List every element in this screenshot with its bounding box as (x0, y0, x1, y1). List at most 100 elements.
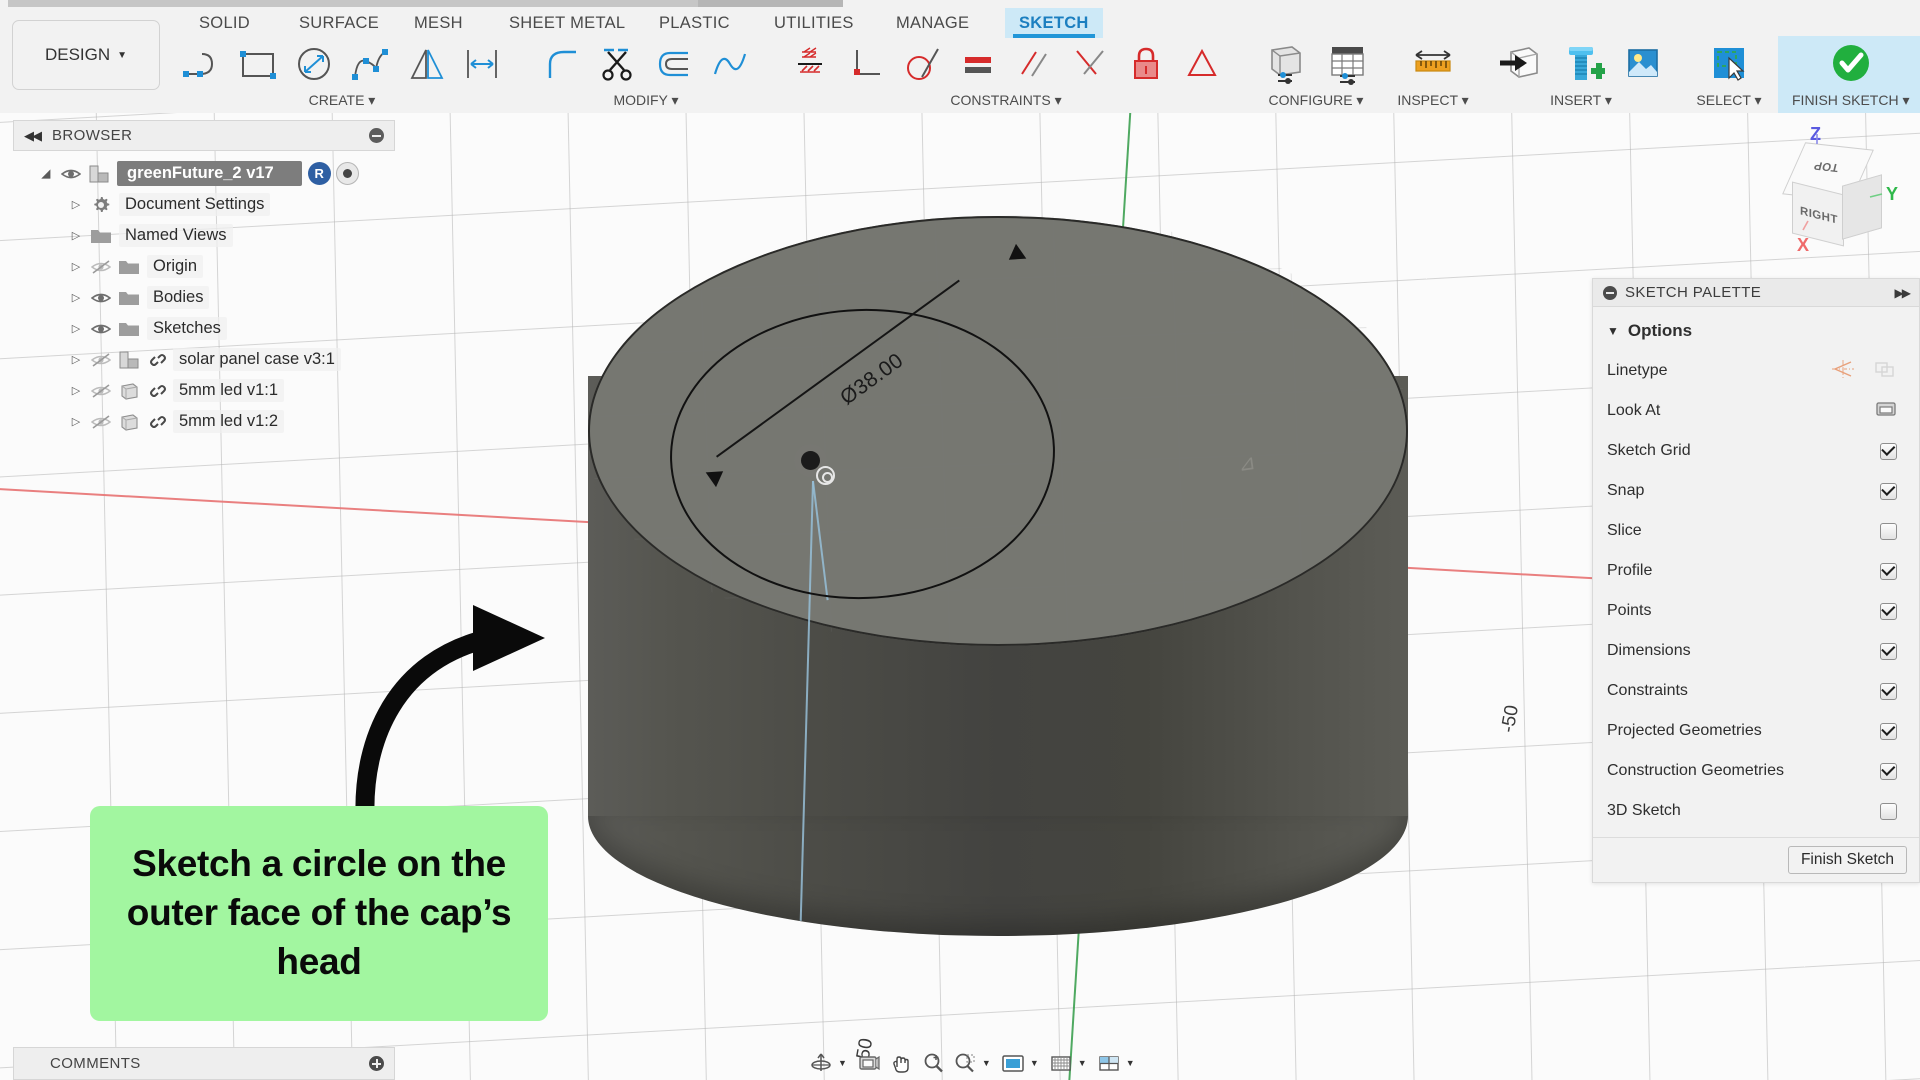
sketch-origin-point[interactable] (801, 451, 820, 470)
twisty-collapsed-icon[interactable]: ▷ (65, 260, 87, 273)
browser-item-sketches[interactable]: ▷ Sketches (13, 313, 395, 344)
sketch-grid-checkbox[interactable] (1880, 442, 1897, 460)
view-cube[interactable]: TOP RIGHT Z Y X (1770, 122, 1910, 262)
comments-bar[interactable]: COMMENTS (13, 1047, 395, 1080)
tab-solid[interactable]: SOLID (185, 8, 264, 38)
visibility-hidden-icon[interactable] (87, 383, 115, 398)
configure-body-icon[interactable] (1256, 36, 1314, 92)
browser-item-solar-panel-case[interactable]: ▷ solar panel case v3:1 (13, 344, 395, 375)
workspace-switcher-button[interactable]: DESIGN ▼ (12, 20, 160, 90)
fix-constraint-icon[interactable] (784, 38, 836, 90)
projected-geometries-checkbox[interactable] (1880, 722, 1897, 740)
browser-item-5mm-led-1[interactable]: ▷ 5mm led v1:1 (13, 375, 395, 406)
twisty-collapsed-icon[interactable]: ▷ (65, 198, 87, 211)
ribbon-group-finish-sketch[interactable]: FINISH SKETCH ▾ (1778, 36, 1920, 113)
ribbon-group-label-constraints[interactable]: CONSTRAINTS ▾ (950, 92, 1061, 108)
tab-mesh[interactable]: MESH (400, 8, 477, 38)
perpendicular-constraint-icon[interactable] (840, 38, 892, 90)
select-window-icon[interactable] (1700, 36, 1758, 92)
equal-constraint-icon[interactable] (952, 38, 1004, 90)
browser-item-greenfuture[interactable]: ◢ greenFuture_2 v17 R (13, 158, 395, 189)
spline-icon[interactable] (344, 38, 396, 90)
look-at-view-icon[interactable] (854, 1049, 884, 1077)
trim-icon[interactable] (592, 38, 644, 90)
snap-checkbox[interactable] (1880, 482, 1897, 500)
status-badge[interactable]: R (307, 162, 331, 185)
browser-item-origin[interactable]: ▷ Origin (13, 251, 395, 282)
ribbon-group-label-create[interactable]: CREATE ▾ (309, 92, 376, 108)
fillet-icon[interactable] (536, 38, 588, 90)
add-comment-icon[interactable] (369, 1056, 384, 1071)
ribbon-group-label-finish-sketch[interactable]: FINISH SKETCH ▾ (1792, 92, 1909, 108)
measure-icon[interactable] (1404, 36, 1462, 92)
look-at-icon[interactable] (1875, 400, 1897, 423)
tab-plastic[interactable]: PLASTIC (645, 8, 744, 38)
twisty-collapsed-icon[interactable]: ▷ (65, 384, 87, 397)
constraints-checkbox[interactable] (1880, 682, 1897, 700)
visibility-hidden-icon[interactable] (87, 414, 115, 429)
expand-right-icon[interactable]: ▶▶ (1895, 286, 1912, 300)
insert-image-icon[interactable] (1614, 36, 1672, 92)
tangent-constraint-icon[interactable] (896, 38, 948, 90)
tab-sketch[interactable]: SKETCH (1005, 8, 1103, 38)
parallel-constraint-icon[interactable] (1008, 38, 1060, 90)
curvature-icon[interactable] (704, 38, 756, 90)
ribbon-group-label-insert[interactable]: INSERT ▾ (1550, 92, 1612, 108)
pan-icon[interactable] (886, 1049, 916, 1077)
visibility-eye-icon[interactable] (87, 322, 115, 336)
finish-sketch-check-icon[interactable] (1822, 36, 1880, 92)
chevron-down-icon[interactable]: ▼ (838, 1058, 847, 1068)
chevron-down-icon[interactable]: ▼ (1030, 1058, 1039, 1068)
derive-icon[interactable] (1490, 36, 1548, 92)
midpoint-constraint-icon[interactable] (1064, 38, 1116, 90)
profile-checkbox[interactable] (1880, 562, 1897, 580)
twisty-collapsed-icon[interactable]: ▷ (65, 353, 87, 366)
ribbon-group-label-inspect[interactable]: INSPECT ▾ (1397, 92, 1468, 108)
visibility-eye-icon[interactable] (57, 167, 85, 181)
line-icon[interactable] (176, 38, 228, 90)
twisty-expanded-icon[interactable]: ◢ (35, 167, 57, 180)
orbit-icon[interactable] (806, 1049, 836, 1077)
browser-item-bodies[interactable]: ▷ Bodies (13, 282, 395, 313)
construction-geometries-checkbox[interactable] (1880, 762, 1897, 780)
cap-model[interactable]: Ø38.00 ⊿ (580, 201, 1416, 1080)
dimensions-checkbox[interactable] (1880, 642, 1897, 660)
fix-unfix-icon[interactable] (1120, 38, 1172, 90)
3d-sketch-checkbox[interactable] (1880, 802, 1897, 820)
coincident-constraint-icon[interactable] (816, 466, 835, 485)
visibility-hidden-icon[interactable] (87, 259, 115, 274)
minimize-icon[interactable] (369, 128, 384, 143)
collapse-left-icon[interactable]: ◀◀ (24, 128, 42, 144)
browser-item-named-views[interactable]: ▷ Named Views (13, 220, 395, 251)
tab-utilities[interactable]: UTILITIES (760, 8, 868, 38)
chevron-down-icon[interactable]: ▼ (1078, 1058, 1087, 1068)
tab-sheet-metal[interactable]: SHEET METAL (495, 8, 639, 38)
insert-mcmaster-icon[interactable] (1552, 36, 1610, 92)
construction-linetype-icon[interactable] (1873, 359, 1897, 384)
ribbon-group-label-configure[interactable]: CONFIGURE ▾ (1269, 92, 1364, 108)
sketch-dimension-icon[interactable] (456, 38, 508, 90)
twisty-collapsed-icon[interactable]: ▷ (65, 322, 87, 335)
browser-item-5mm-led-2[interactable]: ▷ 5mm led v1:2 (13, 406, 395, 437)
display-settings-icon[interactable] (998, 1049, 1028, 1077)
centerline-linetype-icon[interactable] (1831, 359, 1855, 384)
slice-checkbox[interactable] (1880, 522, 1897, 540)
visibility-hidden-icon[interactable] (87, 352, 115, 367)
grid-settings-icon[interactable] (1046, 1049, 1076, 1077)
ribbon-group-label-modify[interactable]: MODIFY ▾ (613, 92, 678, 108)
options-section-header[interactable]: ▼ Options (1593, 317, 1919, 351)
offset-icon[interactable] (648, 38, 700, 90)
circle-icon[interactable] (288, 38, 340, 90)
configure-table-icon[interactable] (1318, 36, 1376, 92)
twisty-collapsed-icon[interactable]: ▷ (65, 291, 87, 304)
tab-surface[interactable]: SURFACE (285, 8, 393, 38)
viewports-icon[interactable] (1094, 1049, 1124, 1077)
mirror-icon[interactable] (400, 38, 452, 90)
twisty-collapsed-icon[interactable]: ▷ (65, 415, 87, 428)
chevron-down-icon[interactable]: ▼ (1126, 1058, 1135, 1068)
symmetry-constraint-icon[interactable] (1176, 38, 1228, 90)
tab-manage[interactable]: MANAGE (882, 8, 983, 38)
zoom-icon[interactable] (918, 1049, 948, 1077)
visibility-eye-icon[interactable] (87, 291, 115, 305)
ribbon-group-label-select[interactable]: SELECT ▾ (1696, 92, 1761, 108)
